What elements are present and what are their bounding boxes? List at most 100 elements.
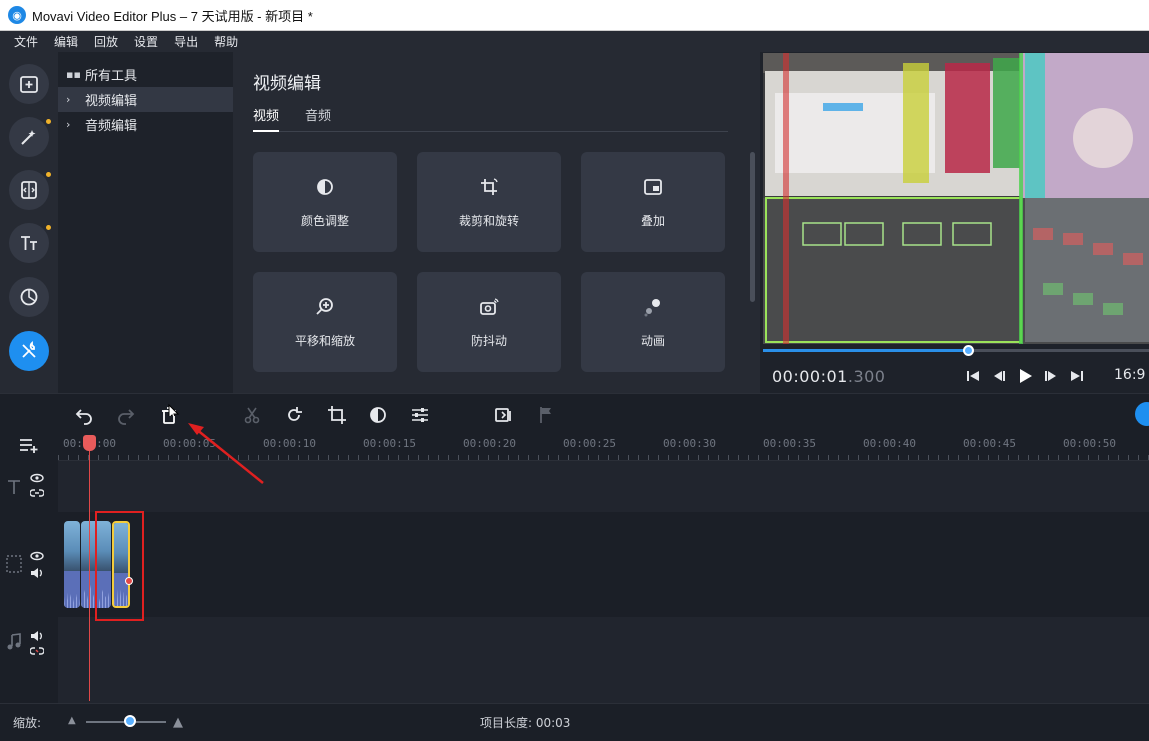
tab-audio[interactable]: 音频 <box>305 105 331 131</box>
marker-button[interactable] <box>534 403 558 427</box>
video-clip[interactable] <box>64 521 80 608</box>
timeline-toolbar <box>0 393 1149 435</box>
clip-waveform <box>64 571 80 608</box>
status-bar: 缩放: ▲ ▲ 项目长度: 00:03 <box>0 703 1149 741</box>
tile-color-adjust[interactable]: 颜色调整 <box>253 152 397 252</box>
audio-track[interactable] <box>58 617 1149 703</box>
tile-animation[interactable]: 动画 <box>581 272 725 372</box>
trash-icon <box>162 407 176 424</box>
grid-icon: ▪▪ <box>66 68 81 81</box>
tile-crop-rotate[interactable]: 裁剪和旋转 <box>417 152 561 252</box>
movavi-logo-icon: ◉ <box>8 6 26 24</box>
timeline-scroll-knob[interactable] <box>1135 402 1149 426</box>
timecode-ms: .300 <box>847 367 886 386</box>
split-button[interactable] <box>240 403 264 427</box>
panel-title: 视频编辑 <box>253 74 321 94</box>
new-badge-dot <box>46 119 51 124</box>
speaker-icon[interactable] <box>30 567 44 579</box>
title-bar: ◉ Movavi Video Editor Plus – 7 天试用版 - 新项… <box>0 0 1149 31</box>
tile-label: 平移和缩放 <box>294 333 355 348</box>
tile-label: 叠加 <box>640 213 665 228</box>
chevron-right-icon: › <box>66 118 71 131</box>
text-track-icon <box>8 480 20 494</box>
animation-icon <box>644 298 660 316</box>
play-button[interactable] <box>1016 367 1034 385</box>
aspect-ratio-selector[interactable]: 16:9 <box>1114 367 1145 383</box>
link-icon[interactable] <box>30 488 44 498</box>
playhead-line <box>89 443 90 701</box>
playhead-handle[interactable] <box>83 435 96 451</box>
color-adjust-icon <box>370 407 386 423</box>
crop-button[interactable] <box>325 403 349 427</box>
prev-frame-icon <box>994 371 1005 381</box>
clip-export-button[interactable] <box>492 403 516 427</box>
menu-playback[interactable]: 回放 <box>86 33 126 50</box>
titles-button[interactable] <box>9 223 51 263</box>
seek-handle[interactable] <box>962 345 974 356</box>
play-icon <box>1020 369 1032 383</box>
tools-icon <box>22 341 36 358</box>
ruler-label: 00:00:35 <box>763 437 816 450</box>
ruler-label: 00:00:15 <box>363 437 416 450</box>
tile-label: 裁剪和旋转 <box>458 213 519 228</box>
skip-to-start-button[interactable] <box>964 367 982 385</box>
tree-item-all-tools[interactable]: ▪▪ 所有工具 <box>58 62 233 87</box>
eye-icon[interactable] <box>30 551 44 561</box>
clip-thumbnail <box>64 521 80 571</box>
menu-settings[interactable]: 设置 <box>126 33 166 50</box>
project-duration: 项目长度: 00:03 <box>480 716 571 730</box>
zoom-in-icon[interactable]: ▲ <box>173 715 183 730</box>
transitions-button[interactable] <box>9 170 51 210</box>
previous-frame-button[interactable] <box>990 367 1008 385</box>
scissors-icon <box>244 407 260 424</box>
preview-seek-bar[interactable] <box>763 345 1149 356</box>
new-badge-dot <box>46 172 51 177</box>
tree-item-audio-edit[interactable]: › 音频编辑 <box>58 112 233 137</box>
tile-pan-zoom[interactable]: 平移和缩放 <box>253 272 397 372</box>
filters-button[interactable] <box>9 117 51 157</box>
next-frame-icon <box>1045 371 1056 381</box>
title-track[interactable] <box>58 461 1149 512</box>
add-track-icon[interactable] <box>18 435 42 453</box>
stickers-button[interactable] <box>9 277 49 317</box>
zoom-label: 缩放: <box>13 716 42 730</box>
menu-file[interactable]: 文件 <box>6 33 46 50</box>
menu-bar: 文件 编辑 回放 设置 导出 帮助 <box>0 31 1149 52</box>
video-track[interactable] <box>58 512 1149 617</box>
import-button[interactable] <box>9 64 49 104</box>
tab-video[interactable]: 视频 <box>253 105 280 132</box>
speaker-icon[interactable] <box>30 630 44 642</box>
track-headers <box>0 435 58 703</box>
undo-button[interactable] <box>72 403 96 427</box>
timeline-ruler[interactable]: 00:00:00 00:00:05 00:00:10 00:00:15 00:0… <box>58 435 1149 461</box>
menu-edit[interactable]: 编辑 <box>46 33 86 50</box>
ruler-label: 00:00:30 <box>663 437 716 450</box>
tile-overlay[interactable]: 叠加 <box>581 152 725 252</box>
tile-label: 动画 <box>640 333 665 348</box>
tile-label: 颜色调整 <box>300 213 349 228</box>
tile-stabilization[interactable]: 防抖动 <box>417 272 561 372</box>
menu-help[interactable]: 帮助 <box>206 33 246 50</box>
import-icon <box>20 76 38 93</box>
zoom-out-icon[interactable]: ▲ <box>68 715 76 726</box>
ruler-label: 00:00:25 <box>563 437 616 450</box>
redo-button[interactable] <box>114 403 138 427</box>
link-broken-icon[interactable] <box>30 646 44 656</box>
tile-label: 防抖动 <box>470 333 507 348</box>
skip-to-end-button[interactable] <box>1068 367 1086 385</box>
tree-item-video-edit[interactable]: › 视频编辑 <box>58 87 233 112</box>
eye-icon[interactable] <box>30 473 44 483</box>
color-adjust-button[interactable] <box>366 403 390 427</box>
crop-rotate-icon <box>481 177 498 195</box>
zoom-slider-handle[interactable] <box>124 715 136 727</box>
clip-properties-button[interactable] <box>408 403 432 427</box>
more-tools-button[interactable] <box>9 331 49 371</box>
menu-export[interactable]: 导出 <box>166 33 206 50</box>
rotate-button[interactable] <box>282 403 306 427</box>
next-frame-button[interactable] <box>1042 367 1060 385</box>
preview-panel: 00:00:01.300 16:9 <box>760 52 1149 393</box>
left-icon-rail <box>0 52 58 393</box>
delete-button[interactable] <box>157 403 181 427</box>
ruler-label: 00:00:40 <box>863 437 916 450</box>
panel-scrollbar[interactable] <box>750 152 755 302</box>
